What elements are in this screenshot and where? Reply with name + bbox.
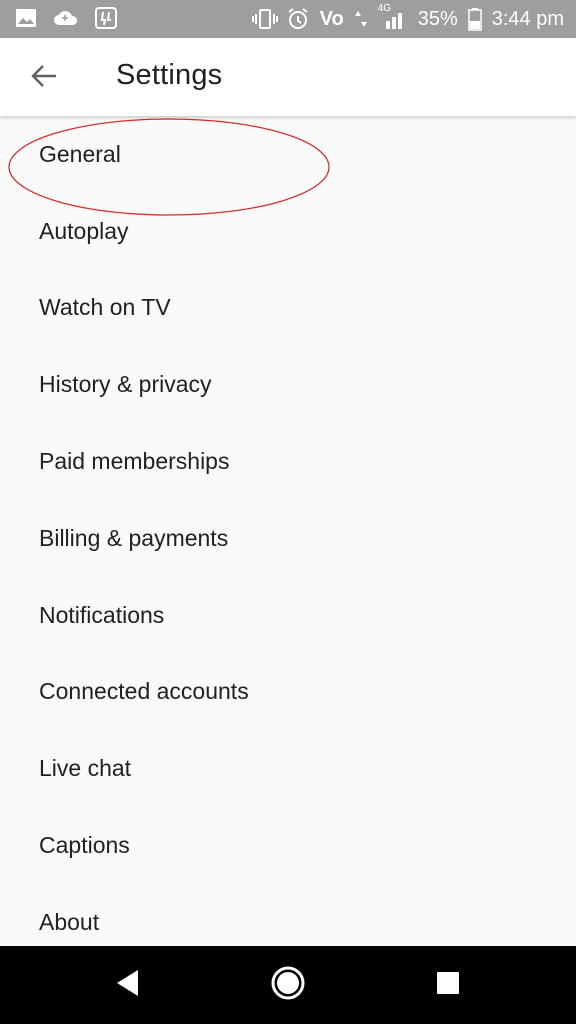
alarm-icon bbox=[286, 7, 310, 31]
settings-item-label: Notifications bbox=[39, 601, 165, 628]
arrow-back-icon bbox=[30, 62, 58, 95]
nav-recents-button[interactable] bbox=[408, 946, 488, 1024]
settings-item-label: Live chat bbox=[39, 755, 132, 782]
settings-item-label: Paid memberships bbox=[39, 448, 230, 475]
battery-icon bbox=[467, 7, 482, 31]
settings-item-autoplay[interactable]: Autoplay bbox=[0, 193, 576, 270]
settings-list: General Autoplay Watch on TV History & p… bbox=[0, 116, 576, 961]
nav-back-button[interactable] bbox=[88, 946, 168, 1024]
settings-item-label: Autoplay bbox=[39, 217, 129, 244]
clock: 3:44 pm bbox=[491, 7, 564, 30]
cloud-icon bbox=[52, 6, 80, 30]
settings-item-label: History & privacy bbox=[39, 371, 212, 398]
settings-item-connected-accounts[interactable]: Connected accounts bbox=[0, 654, 576, 731]
settings-item-label: About bbox=[39, 908, 100, 935]
notification-icons bbox=[14, 6, 118, 30]
settings-item-label: Connected accounts bbox=[39, 678, 249, 705]
system-icons: Vo 4G 35% 3:44 pm bbox=[251, 0, 564, 38]
settings-item-label: General bbox=[39, 140, 121, 167]
recents-square-icon bbox=[435, 970, 461, 1001]
settings-item-live-chat[interactable]: Live chat bbox=[0, 730, 576, 807]
settings-item-label: Billing & payments bbox=[39, 524, 229, 551]
settings-item-notifications[interactable]: Notifications bbox=[0, 577, 576, 654]
screen: Vo 4G 35% 3:44 pm Settings General Autop… bbox=[0, 0, 576, 1024]
home-circle-icon bbox=[270, 965, 306, 1006]
settings-item-billing-payments[interactable]: Billing & payments bbox=[0, 500, 576, 577]
settings-item-label: Captions bbox=[39, 832, 130, 859]
settings-item-general[interactable]: General bbox=[0, 116, 576, 193]
back-triangle-icon bbox=[114, 968, 142, 1003]
app-icon bbox=[94, 6, 118, 30]
settings-item-watch-on-tv[interactable]: Watch on TV bbox=[0, 270, 576, 347]
volte-label: Vo bbox=[319, 7, 344, 30]
vibrate-icon bbox=[251, 7, 278, 31]
status-bar: Vo 4G 35% 3:44 pm bbox=[0, 0, 576, 38]
battery-percent: 35% bbox=[417, 7, 458, 30]
page-title: Settings bbox=[116, 59, 223, 91]
data-arrows-icon bbox=[354, 7, 368, 31]
image-icon bbox=[14, 6, 38, 30]
settings-item-captions[interactable]: Captions bbox=[0, 807, 576, 884]
settings-item-history-privacy[interactable]: History & privacy bbox=[0, 346, 576, 423]
settings-item-label: Watch on TV bbox=[39, 294, 171, 321]
back-button[interactable] bbox=[24, 58, 64, 98]
settings-item-paid-memberships[interactable]: Paid memberships bbox=[0, 423, 576, 500]
app-bar: Settings bbox=[0, 38, 576, 116]
nav-home-button[interactable] bbox=[248, 946, 328, 1024]
network-type-label: 4G bbox=[377, 3, 392, 14]
signal-icon: 4G bbox=[378, 3, 408, 31]
navigation-bar bbox=[0, 946, 576, 1024]
